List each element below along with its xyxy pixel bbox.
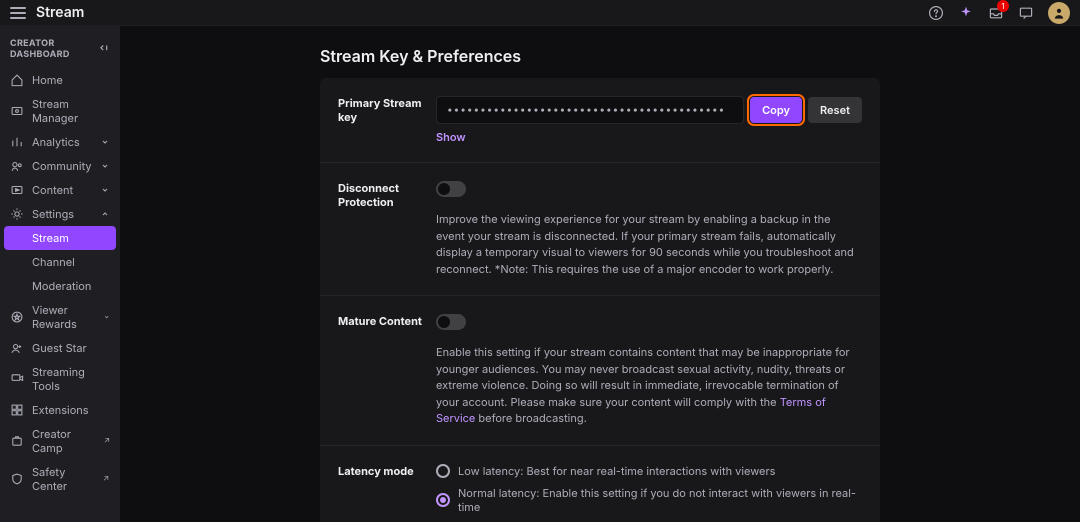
disconnect-label: Disconnect Protection — [338, 181, 436, 277]
topbar: Stream 1 — [0, 0, 1080, 26]
help-icon[interactable] — [928, 5, 944, 21]
sidebar-item-home[interactable]: Home — [4, 68, 116, 92]
topbar-right: 1 — [928, 2, 1070, 24]
home-icon — [10, 73, 24, 87]
avatar[interactable] — [1048, 2, 1070, 24]
latency-label: Latency mode — [338, 464, 436, 522]
sidebar-item-streaming-tools[interactable]: Streaming Tools — [4, 360, 116, 398]
sidebar-item-stream-manager[interactable]: Stream Manager — [4, 92, 116, 130]
external-icon — [102, 436, 110, 446]
radio-icon — [436, 464, 450, 478]
section-title: Stream Key & Preferences — [320, 46, 880, 66]
menu-icon[interactable] — [10, 7, 26, 19]
show-link[interactable]: Show — [436, 130, 862, 144]
sidebar-item-moderation[interactable]: Moderation — [4, 274, 116, 298]
sidebar-item-creator-camp[interactable]: Creator Camp — [4, 422, 116, 460]
chevron-down-icon — [100, 137, 110, 147]
stream-key-card: Primary Stream key Copy Reset Show Disco… — [320, 78, 880, 522]
camp-icon — [10, 434, 24, 448]
external-icon — [101, 474, 110, 484]
sidebar-item-extensions[interactable]: Extensions — [4, 398, 116, 422]
chevron-down-icon — [100, 185, 110, 195]
mature-desc: Enable this setting if your stream conta… — [436, 344, 862, 427]
sparkle-icon[interactable] — [958, 5, 974, 21]
sidebar-item-viewer-rewards[interactable]: Viewer Rewards — [4, 298, 116, 336]
sidebar-header: CREATOR DASHBOARD — [4, 36, 116, 68]
sidebar-item-settings[interactable]: Settings — [4, 202, 116, 226]
sidebar-item-stream[interactable]: Stream — [4, 226, 116, 250]
chat-icon[interactable] — [1018, 5, 1034, 21]
sidebar-item-community[interactable]: Community — [4, 154, 116, 178]
stream-key-input[interactable] — [436, 96, 744, 124]
rewards-icon — [10, 310, 24, 324]
community-icon — [10, 159, 24, 173]
topbar-left: Stream — [10, 4, 84, 21]
sidebar-item-analytics[interactable]: Analytics — [4, 130, 116, 154]
tools-icon — [10, 372, 24, 386]
main-content: Stream Key & Preferences Primary Stream … — [120, 26, 1080, 522]
latency-normal-option[interactable]: Normal latency: Enable this setting if y… — [436, 486, 862, 514]
page-title: Stream — [36, 4, 84, 21]
sidebar-item-channel[interactable]: Channel — [4, 250, 116, 274]
gear-icon — [10, 207, 24, 221]
analytics-icon — [10, 135, 24, 149]
chevron-down-icon — [103, 312, 110, 322]
notification-badge: 1 — [997, 0, 1009, 12]
extensions-icon — [10, 403, 24, 417]
latency-low-option[interactable]: Low latency: Best for near real-time int… — [436, 464, 862, 478]
chevron-up-icon — [100, 209, 110, 219]
mature-toggle[interactable] — [436, 314, 466, 330]
inbox-icon[interactable]: 1 — [988, 5, 1004, 21]
copy-button[interactable]: Copy — [750, 97, 802, 123]
sidebar-item-content[interactable]: Content — [4, 178, 116, 202]
mature-label: Mature Content — [338, 314, 436, 427]
primary-stream-key-label: Primary Stream key — [338, 96, 436, 144]
sidebar-item-safety-center[interactable]: Safety Center — [4, 460, 116, 498]
disconnect-desc: Improve the viewing experience for your … — [436, 211, 862, 277]
disconnect-toggle[interactable] — [436, 181, 466, 197]
sidebar: CREATOR DASHBOARD Home Stream Manager An… — [0, 26, 120, 522]
shield-icon — [10, 472, 24, 486]
sidebar-item-guest-star[interactable]: Guest Star — [4, 336, 116, 360]
content-icon — [10, 183, 24, 197]
collapse-icon[interactable] — [98, 42, 110, 56]
reset-button[interactable]: Reset — [808, 97, 862, 123]
chevron-down-icon — [100, 161, 110, 171]
guest-star-icon — [10, 341, 24, 355]
radio-icon — [436, 493, 450, 507]
stream-manager-icon — [10, 104, 24, 118]
